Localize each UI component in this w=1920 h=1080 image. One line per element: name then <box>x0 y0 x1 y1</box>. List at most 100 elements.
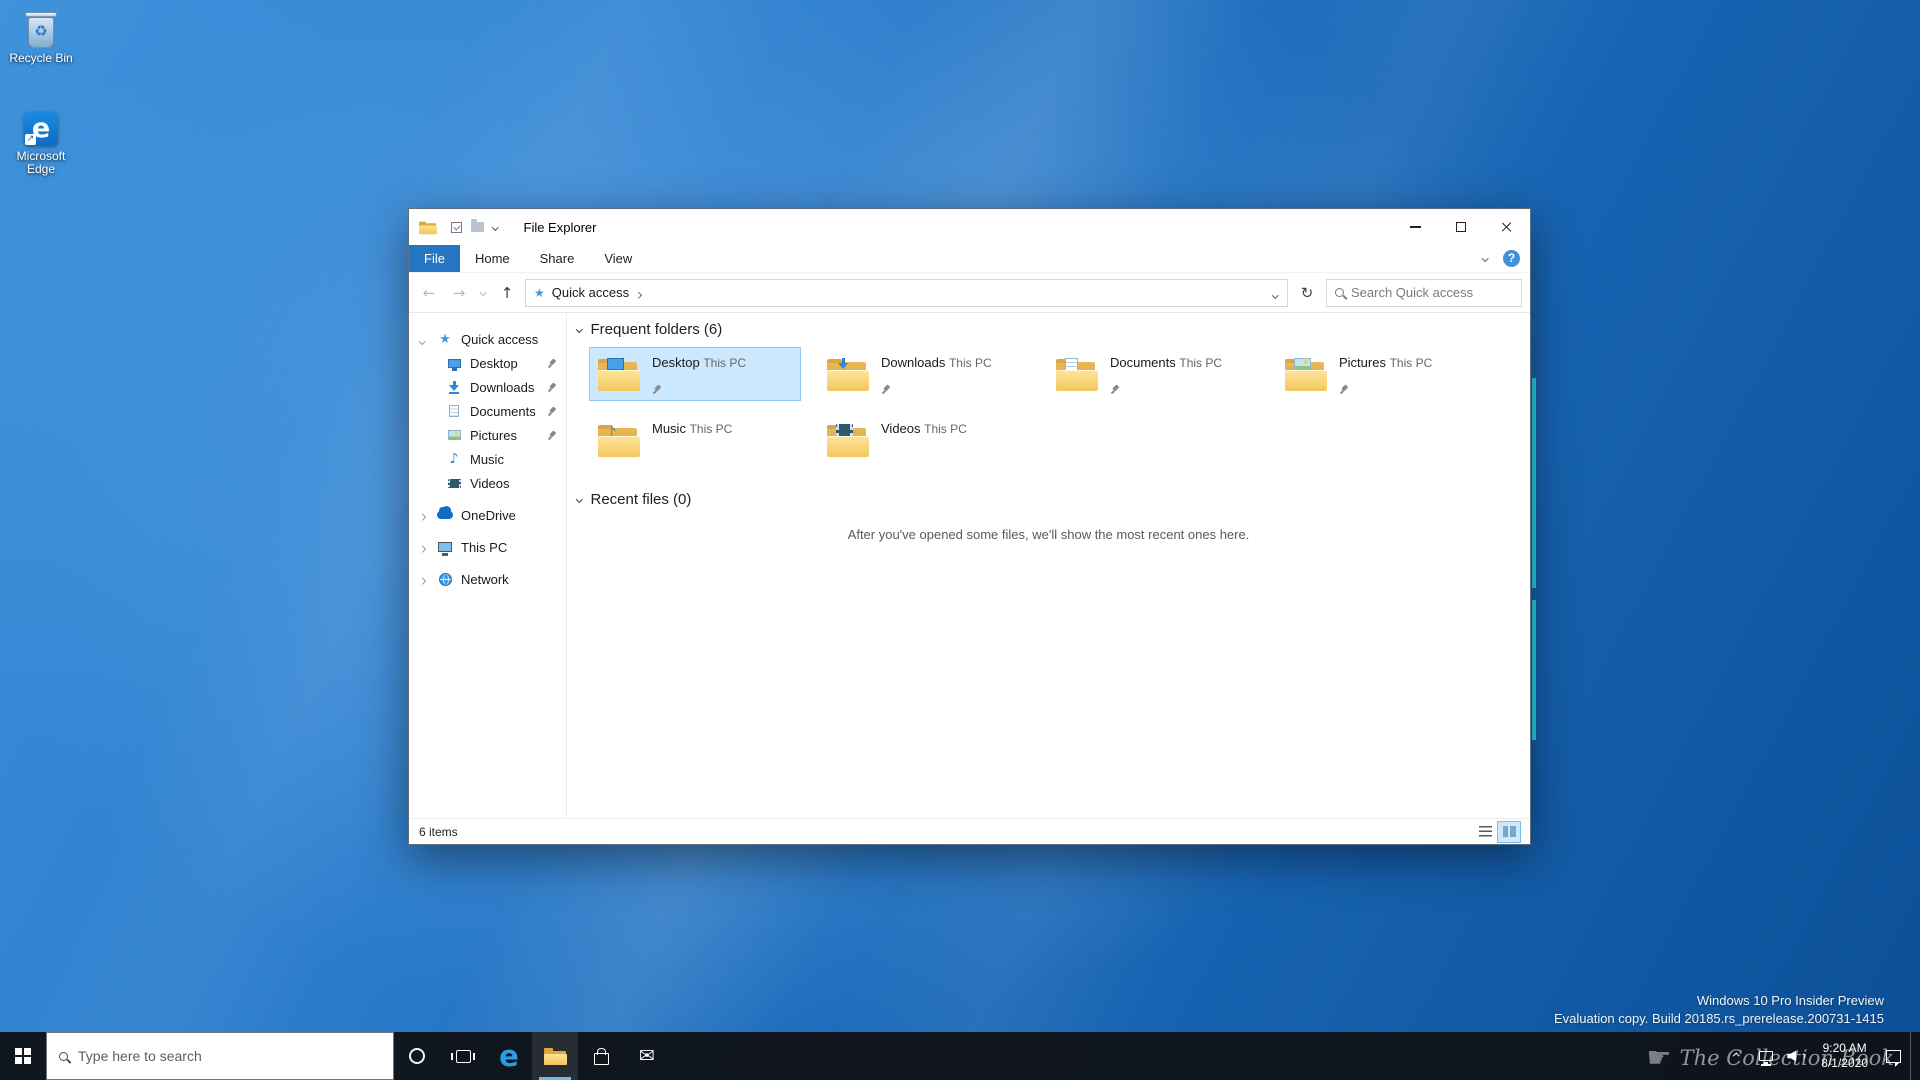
address-bar[interactable]: Quick access <box>525 278 1288 307</box>
quick-access-star-icon <box>534 285 545 300</box>
minimize-button[interactable] <box>1392 209 1438 245</box>
tab-share[interactable]: Share <box>525 245 590 272</box>
new-folder-icon[interactable] <box>471 219 484 232</box>
explorer-search-input[interactable] <box>1351 285 1513 300</box>
sidebar-item-quick-access[interactable]: Quick access <box>409 327 566 351</box>
sidebar-item-downloads[interactable]: Downloads <box>409 375 566 399</box>
folder-tile-pictures[interactable]: Pictures This PC <box>1276 347 1488 401</box>
folder-content-area: Frequent folders (6) Desktop This PC Dow… <box>567 313 1530 818</box>
folder-tile-downloads[interactable]: Downloads This PC <box>818 347 1030 401</box>
edge-taskbar-button[interactable] <box>486 1032 532 1080</box>
customize-toolbar-chevron-icon[interactable] <box>492 223 499 231</box>
recent-files-header[interactable]: Recent files (0) <box>576 491 691 508</box>
back-button[interactable] <box>417 281 441 305</box>
folder-icon <box>1056 357 1098 391</box>
app-folder-icon <box>419 220 437 234</box>
windows-logo-icon <box>14 1047 32 1065</box>
expander-chevron-icon[interactable] <box>419 572 426 587</box>
sidebar-item-pictures[interactable]: Pictures <box>409 423 566 447</box>
folder-icon <box>1285 357 1327 391</box>
sidebar-item-label: OneDrive <box>461 507 516 523</box>
folder-tile-desktop[interactable]: Desktop This PC <box>589 347 801 401</box>
volume-tray-button[interactable] <box>1783 1032 1809 1080</box>
frequent-folders-header[interactable]: Frequent folders (6) <box>576 321 722 338</box>
task-view-button[interactable] <box>440 1032 486 1080</box>
breadcrumb-chevron-icon[interactable] <box>635 285 642 300</box>
store-taskbar-button[interactable] <box>578 1032 624 1080</box>
sidebar-item-label: Videos <box>470 475 510 491</box>
speaker-icon <box>1787 1050 1805 1063</box>
cortana-button[interactable] <box>394 1032 440 1080</box>
sidebar-item-music[interactable]: Music <box>409 447 566 471</box>
maximize-button[interactable] <box>1438 209 1484 245</box>
sidebar-item-onedrive[interactable]: OneDrive <box>409 503 566 527</box>
quick-access-star-icon <box>439 331 451 347</box>
sidebar-item-label: Music <box>470 451 504 467</box>
forward-button[interactable] <box>447 281 471 305</box>
show-desktop-button[interactable] <box>1910 1032 1916 1080</box>
breadcrumb[interactable]: Quick access <box>552 285 629 300</box>
taskbar-search-input[interactable] <box>78 1048 381 1064</box>
tab-home[interactable]: Home <box>460 245 525 272</box>
sidebar-item-videos[interactable]: Videos <box>409 471 566 495</box>
sidebar-item-this-pc[interactable]: This PC <box>409 535 566 559</box>
collapse-group-chevron-icon[interactable] <box>576 326 583 333</box>
expander-chevron-icon[interactable] <box>419 508 426 523</box>
desktop-icon-recycle-bin[interactable]: Recycle Bin <box>2 12 80 65</box>
folder-tile-videos[interactable]: Videos This PC <box>818 413 1030 467</box>
taskbar-search-box[interactable] <box>46 1032 394 1080</box>
pin-icon <box>881 384 891 394</box>
store-icon <box>593 1047 609 1065</box>
explorer-search-box[interactable] <box>1326 278 1522 307</box>
folder-tile-music[interactable]: Music This PC <box>589 413 801 467</box>
desktop-icon <box>447 358 461 371</box>
address-dropdown-chevron-icon[interactable] <box>1271 285 1280 300</box>
recent-locations-button[interactable] <box>477 289 489 296</box>
mail-taskbar-button[interactable] <box>624 1032 670 1080</box>
pin-icon <box>547 430 557 440</box>
folder-location: This PC <box>1179 356 1223 370</box>
item-count: 6 items <box>419 824 458 839</box>
sidebar-item-network[interactable]: Network <box>409 567 566 591</box>
ribbon-tab-bar: File Home Share View <box>409 245 1530 273</box>
folder-tile-documents[interactable]: Documents This PC <box>1047 347 1259 401</box>
task-view-icon <box>451 1049 475 1063</box>
tray-overflow-button[interactable] <box>1723 1032 1749 1080</box>
windows-build-watermark: Windows 10 Pro Insider Preview Evaluatio… <box>1554 992 1884 1028</box>
edge-icon <box>24 112 58 146</box>
network-tray-button[interactable] <box>1753 1032 1779 1080</box>
close-button[interactable] <box>1484 209 1530 245</box>
start-button[interactable] <box>0 1032 46 1080</box>
file-explorer-window: File Explorer File Home Share View Quick… <box>408 208 1531 845</box>
expand-ribbon-chevron-icon[interactable] <box>1481 255 1488 262</box>
large-icons-view-icon <box>1502 826 1516 837</box>
sidebar-item-label: Pictures <box>470 427 517 443</box>
decorative-cyan-line <box>1532 600 1536 740</box>
pin-icon <box>1110 384 1120 394</box>
title-bar[interactable]: File Explorer <box>409 209 1530 245</box>
file-explorer-taskbar-button[interactable] <box>532 1032 578 1080</box>
minimize-icon <box>1409 226 1421 228</box>
tab-file[interactable]: File <box>409 245 460 272</box>
quick-access-toolbar-icon[interactable] <box>451 221 462 233</box>
action-center-button[interactable] <box>1880 1032 1906 1080</box>
taskbar-clock[interactable]: 9:20 AM 8/1/2020 <box>1813 1041 1876 1071</box>
documents-icon <box>449 405 459 417</box>
sidebar-item-label: This PC <box>461 539 508 555</box>
expander-chevron-icon[interactable] <box>419 540 426 555</box>
desktop-icon-microsoft-edge[interactable]: Microsoft Edge <box>2 112 80 176</box>
edge-icon <box>499 1042 519 1071</box>
collapse-group-chevron-icon[interactable] <box>576 496 583 503</box>
up-button[interactable] <box>495 281 519 305</box>
sidebar-item-documents[interactable]: Documents <box>409 399 566 423</box>
build-watermark-line1: Windows 10 Pro Insider Preview <box>1696 993 1884 1008</box>
build-watermark-line2: Evaluation copy. Build 20185.rs_prerelea… <box>1553 1011 1884 1026</box>
refresh-button[interactable] <box>1294 280 1320 306</box>
sidebar-item-label: Quick access <box>461 331 539 347</box>
sidebar-item-desktop[interactable]: Desktop <box>409 351 566 375</box>
expander-chevron-icon[interactable] <box>419 332 426 347</box>
details-view-button[interactable] <box>1474 822 1496 842</box>
large-icons-view-button[interactable] <box>1498 821 1520 842</box>
tab-view[interactable]: View <box>589 245 647 272</box>
help-icon[interactable] <box>1503 250 1520 267</box>
